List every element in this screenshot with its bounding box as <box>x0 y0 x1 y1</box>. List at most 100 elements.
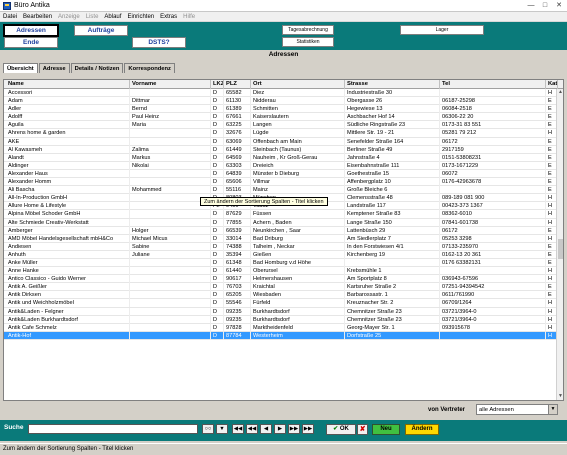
table-row[interactable]: Antik Cafe Schmelz D 97828 Marktheidenfeld G… <box>4 323 563 332</box>
cell-tel: 03721/3964-0 <box>440 307 546 316</box>
menu-item-ablauf[interactable]: Ablauf <box>104 14 121 20</box>
close-icon[interactable]: ✕ <box>553 1 565 10</box>
cell-lkz: D <box>211 129 224 138</box>
minimize-icon[interactable]: — <box>525 1 537 10</box>
next-record-icon[interactable]: ▶ <box>274 424 286 434</box>
lager-button[interactable]: Lager <box>400 25 484 35</box>
dsts-button[interactable]: DSTS? <box>132 37 186 48</box>
table-row[interactable]: Anke Müller D 61348 Bad Homburg v.d Höhe 017… <box>4 258 563 268</box>
table-row[interactable]: Alexander Haus D 64839 Münster b Dieburg Goe… <box>4 169 563 179</box>
cell-tel: 06306-22 20 <box>440 113 546 122</box>
scroll-up-icon[interactable]: ▲ <box>557 89 563 96</box>
statistiken-button[interactable]: Statistiken <box>282 37 334 47</box>
column-header-ort[interactable]: Ort <box>251 80 345 89</box>
cell-strasse: In den Forstwiesen 4/1 <box>345 242 440 251</box>
table-row[interactable]: Aguila Maria D 63225 Langen Südliche Ringstra… <box>4 121 563 130</box>
table-row[interactable]: Adler Bernd D 61389 Schmitten Hegewiese 13 060… <box>4 105 563 114</box>
tab-details-notizen[interactable]: Details / Notizen <box>70 63 124 73</box>
column-header-kat[interactable]: Kat <box>546 80 558 89</box>
ok-button[interactable]: ✔ OK <box>326 424 356 435</box>
table-row[interactable]: Antik-Hof D 87784 Westerheim Dorfstraße 25 H <box>4 331 563 340</box>
menu-item-hilfe[interactable]: Hilfe <box>183 14 195 20</box>
cell-vorname <box>130 202 211 211</box>
prev-record-icon[interactable]: ◀ <box>260 424 272 434</box>
menu-item-extras[interactable]: Extras <box>160 14 177 20</box>
table-row[interactable]: AMD Möbel Handelsgesellschaft mbH&Co Mich… <box>4 234 563 243</box>
table-row[interactable]: Alexander Homm D 65606 Villmar Affenbergplat… <box>4 178 563 187</box>
tab-adresse[interactable]: Adresse <box>38 63 70 73</box>
last-record-icon[interactable]: ▶▶ <box>302 424 314 434</box>
cell-plz: 64569 <box>224 153 251 162</box>
table-row[interactable]: Adolff Paul Heinz D 67661 Kaiserslautern Asch… <box>4 113 563 122</box>
column-header-tel[interactable]: Tel <box>440 80 546 89</box>
first-record-icon[interactable]: ◀◀ <box>232 424 244 434</box>
cell-lkz: D <box>211 89 224 97</box>
table-row[interactable]: Alte Schmiede Creativ-Werkstatt D 77855 Ach… <box>4 218 563 227</box>
neu-button[interactable]: Neu <box>372 424 400 435</box>
table-row[interactable]: Antico Classico - Guido Werner D 90617 Helm… <box>4 275 563 284</box>
cell-lkz: D <box>211 315 224 324</box>
cell-vorname: Nikolai <box>130 161 211 170</box>
column-header-plz[interactable]: PLZ <box>224 80 251 89</box>
scroll-down-icon[interactable]: ▼ <box>557 393 563 400</box>
table-row[interactable]: Alandt Markus D 64569 Nauheim , Kr Groß-Gera… <box>4 153 563 162</box>
table-row[interactable]: Antik&Laden - Felgner D 09235 Burkhardtsdor… <box>4 307 563 316</box>
table-row[interactable]: Aldinger Nikolai D 63303 Dreieich Eisenbahnst… <box>4 161 563 170</box>
prev-page-icon[interactable]: ◀◀ <box>246 424 258 434</box>
cell-tel: 0611/761990 <box>440 291 546 300</box>
menu-item-datei[interactable]: Datei <box>3 14 17 20</box>
table-row[interactable]: Amberger Holger D 66539 Neunkirchen , Saar La… <box>4 226 563 235</box>
table-row[interactable]: Anne Hanke D 61440 Oberursel Krebsmühle 1H <box>4 267 563 276</box>
table-row[interactable]: Adam Dittmar D 61130 Nidderau Obergasse 26 061… <box>4 97 563 106</box>
vertical-scrollbar[interactable]: ▲ ▼ <box>556 89 563 400</box>
binoculars-icon[interactable]: ○○ <box>202 424 214 434</box>
tagesabrechnung-button[interactable]: Tagesabrechnung <box>282 25 334 35</box>
vertreter-select-value: alle Adressen <box>479 407 514 413</box>
table-row[interactable]: Antik&Laden Burkhardtsdorf D 09235 Burkhard… <box>4 315 563 324</box>
cell-vorname: Sabine <box>130 242 211 251</box>
aendern-button[interactable]: Ändern <box>405 424 439 435</box>
column-header-lkz[interactable]: LKZ <box>211 80 224 89</box>
cell-strasse: Dorfstraße 25 <box>345 331 440 340</box>
table-row[interactable]: Andiesen Sabine D 74388 Talheim , Neckar In d… <box>4 242 563 251</box>
menu-item-einrichten[interactable]: Einrichten <box>127 14 154 20</box>
filter-icon[interactable]: ▼ <box>216 424 228 434</box>
column-header-name[interactable]: Name <box>6 80 130 89</box>
ende-button[interactable]: Ende <box>4 37 58 48</box>
chevron-down-icon[interactable]: ▼ <box>548 405 557 414</box>
table-row[interactable]: Alpina Möbel Schoder GmbH D 87629 Füssen Kem… <box>4 210 563 219</box>
cell-name: Adam <box>6 97 130 106</box>
cell-ort: Kraichtal <box>251 283 345 292</box>
table-row[interactable]: Antik und Weichholzmöbel D 55546 Fürfeld Kre… <box>4 299 563 308</box>
vertreter-select[interactable]: alle Adressen ▼ <box>476 404 558 415</box>
cell-strasse: Lange Straße 150 <box>345 218 440 227</box>
adressen-button[interactable]: Adressen <box>3 24 59 37</box>
cell-lkz: D <box>211 234 224 243</box>
maximize-icon[interactable]: □ <box>539 1 551 10</box>
tab-korrespondenz[interactable]: Korrespondenz <box>124 63 175 73</box>
table-row[interactable]: Anhuth Juliane D 35394 Gießen Kirchenberg 19 0… <box>4 250 563 259</box>
menu-item-bearbeiten[interactable]: Bearbeiten <box>23 14 52 20</box>
table-row[interactable]: Al Kawasmeh Zalima D 61449 Steinbach (Taunus… <box>4 145 563 154</box>
cell-tel: 06084-2518 <box>440 105 546 114</box>
menu-item-liste[interactable]: Liste <box>86 14 99 20</box>
cell-tel: 0173-1671229 <box>440 161 546 170</box>
column-header-vorname[interactable]: Vorname <box>130 80 211 89</box>
table-row[interactable]: Antik A. Geißler D 76703 Kraichtal Kartsruhe… <box>4 283 563 292</box>
next-page-icon[interactable]: ▶▶ <box>288 424 300 434</box>
cell-name: AMD Möbel Handelsgesellschaft mbH&Co <box>6 234 130 243</box>
scroll-thumb[interactable] <box>558 239 563 259</box>
menu-item-anzeige[interactable]: Anzeige <box>58 14 80 20</box>
column-header-strasse[interactable]: Strasse <box>345 80 440 89</box>
table-row[interactable]: Antik Dirksen D 65205 Wiesbaden Barbarossast… <box>4 291 563 300</box>
table-row[interactable]: Ali Bascha Mohammed D 55116 Mainz Große Bleic… <box>4 186 563 195</box>
tab-uebersicht[interactable]: Übersicht <box>3 63 38 73</box>
search-input[interactable] <box>28 424 198 434</box>
cancel-x-icon[interactable]: ✘ <box>357 424 368 435</box>
table-row[interactable]: AKE D 63069 Offenbach am Main Senefelder Str… <box>4 137 563 146</box>
cell-strasse <box>345 258 440 267</box>
table-body: Accessori D 65582 Diez Industriestraße 30 H Ad… <box>4 89 563 340</box>
table-row[interactable]: Ahrens home & garden D 32676 Lügde Mittlere … <box>4 129 563 138</box>
table-row[interactable]: Accessori D 65582 Diez Industriestraße 30 H <box>4 89 563 98</box>
auftraege-button[interactable]: Aufträge <box>74 25 128 36</box>
